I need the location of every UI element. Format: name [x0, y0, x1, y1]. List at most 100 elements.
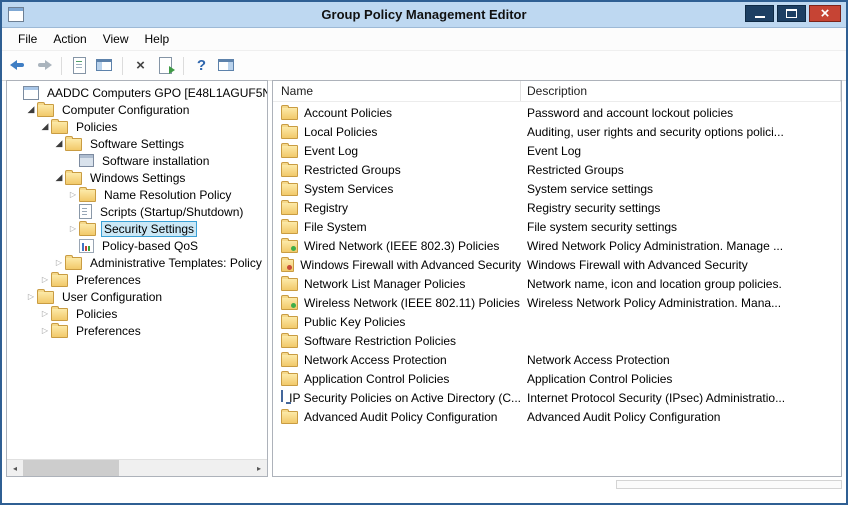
- item-name-cell: Public Key Policies: [273, 314, 521, 329]
- expander-collapsed-icon[interactable]: ▷: [67, 190, 79, 199]
- details-pane: Name Description Account PoliciesPasswor…: [272, 80, 842, 477]
- list-item-account-policies[interactable]: Account PoliciesPassword and account loc…: [273, 103, 841, 122]
- tree-item-policies[interactable]: ◢ Policies: [7, 118, 267, 135]
- column-header-name[interactable]: Name: [273, 81, 521, 101]
- list-item-registry[interactable]: RegistryRegistry security settings: [273, 198, 841, 217]
- ipsec-icon: [281, 390, 283, 402]
- tree-horizontal-scrollbar[interactable]: ◂ ▸: [7, 459, 267, 476]
- list-item-application-control-policies[interactable]: Application Control PoliciesApplication …: [273, 369, 841, 388]
- menu-item-action[interactable]: Action: [45, 29, 94, 49]
- tree-item-administrative-templates-policy[interactable]: ▷Administrative Templates: Policy: [7, 254, 267, 271]
- expander-collapsed-icon[interactable]: ▷: [67, 224, 79, 233]
- tree-item-software-installation[interactable]: Software installation: [7, 152, 267, 169]
- list-item-windows-firewall-with-advanced-security[interactable]: Windows Firewall with Advanced SecurityW…: [273, 255, 841, 274]
- list-item-public-key-policies[interactable]: Public Key Policies: [273, 312, 841, 331]
- tree-item-label: Policies: [73, 119, 120, 135]
- list-item-wired-network-ieee-802-3-policies[interactable]: Wired Network (IEEE 802.3) PoliciesWired…: [273, 236, 841, 255]
- refresh-button[interactable]: [69, 55, 90, 76]
- tree-item-scripts-startup-shutdown[interactable]: Scripts (Startup/Shutdown): [7, 203, 267, 220]
- list-item-ip-security-policies-on-active-directory-c[interactable]: IP Security Policies on Active Directory…: [273, 388, 841, 407]
- console-tree-pane: AADDC Computers GPO [E48L1AGUF5NDC◢Compu…: [6, 80, 268, 477]
- list-item-network-access-protection[interactable]: Network Access ProtectionNetwork Access …: [273, 350, 841, 369]
- tree-item-label: Windows Settings: [87, 170, 188, 186]
- item-description: Auditing, user rights and security optio…: [521, 125, 841, 139]
- window-controls: [745, 5, 841, 22]
- item-name-cell: Windows Firewall with Advanced Security: [273, 257, 521, 272]
- item-description: File system security settings: [521, 220, 841, 234]
- item-name: Network List Manager Policies: [304, 277, 465, 291]
- tree-item-security-settings[interactable]: ▷ Security Settings: [7, 220, 267, 237]
- export-list-button[interactable]: [155, 55, 176, 76]
- list-item-event-log[interactable]: Event LogEvent Log: [273, 141, 841, 160]
- tree-item-user-configuration[interactable]: ▷User Configuration: [7, 288, 267, 305]
- list-item-file-system[interactable]: File SystemFile system security settings: [273, 217, 841, 236]
- item-description: Windows Firewall with Advanced Security: [521, 258, 841, 272]
- folder-icon: [79, 223, 96, 236]
- list-body: Account PoliciesPassword and account loc…: [273, 102, 841, 476]
- maximize-button[interactable]: [777, 5, 806, 22]
- show-console-tree-button[interactable]: [94, 55, 115, 76]
- tree-item-name-resolution-policy[interactable]: ▷Name Resolution Policy: [7, 186, 267, 203]
- scroll-left-button[interactable]: ◂: [7, 460, 23, 476]
- folder-icon: [51, 274, 68, 287]
- expander-collapsed-icon[interactable]: ▷: [25, 292, 37, 301]
- help-button[interactable]: ?: [191, 55, 212, 76]
- tree-item-computer-configuration[interactable]: ◢Computer Configuration: [7, 101, 267, 118]
- details-bottom-scrollbar[interactable]: [616, 480, 842, 489]
- list-item-restricted-groups[interactable]: Restricted GroupsRestricted Groups: [273, 160, 841, 179]
- expander-expanded-icon[interactable]: ◢: [53, 138, 65, 149]
- item-description: Password and account lockout policies: [521, 106, 841, 120]
- tree-item-preferences[interactable]: ▷Preferences: [7, 271, 267, 288]
- folder-icon: [65, 257, 82, 270]
- expander-expanded-icon[interactable]: ◢: [25, 104, 37, 115]
- tree-item-windows-settings[interactable]: ◢ Windows Settings: [7, 169, 267, 186]
- expander-collapsed-icon[interactable]: ▷: [39, 275, 51, 284]
- close-button[interactable]: [809, 5, 841, 22]
- scrollbar-track[interactable]: [23, 460, 251, 476]
- menu-item-view[interactable]: View: [95, 29, 137, 49]
- delete-button[interactable]: ×: [130, 55, 151, 76]
- folder-icon: [51, 325, 68, 338]
- list-item-advanced-audit-policy-configuration[interactable]: Advanced Audit Policy ConfigurationAdvan…: [273, 407, 841, 426]
- list-item-software-restriction-policies[interactable]: Software Restriction Policies: [273, 331, 841, 350]
- tree-item-software-settings[interactable]: ◢Software Settings: [7, 135, 267, 152]
- item-name-cell: Application Control Policies: [273, 371, 521, 386]
- list-item-system-services[interactable]: System ServicesSystem service settings: [273, 179, 841, 198]
- item-name: Windows Firewall with Advanced Security: [300, 258, 521, 272]
- folder-icon: [37, 291, 54, 304]
- tree-item-policies[interactable]: ▷Policies: [7, 305, 267, 322]
- menu-item-help[interactable]: Help: [137, 29, 178, 49]
- item-name-cell: Network Access Protection: [273, 352, 521, 367]
- item-name-cell: Software Restriction Policies: [273, 333, 521, 348]
- tree-item-preferences[interactable]: ▷Preferences: [7, 322, 267, 339]
- item-name-cell: Local Policies: [273, 124, 521, 139]
- package-icon: [79, 154, 94, 167]
- toolbar-separator: [122, 57, 123, 75]
- scroll-right-button[interactable]: ▸: [251, 460, 267, 476]
- tree-item-label: Policy-based QoS: [99, 238, 201, 254]
- expander-collapsed-icon[interactable]: ▷: [39, 309, 51, 318]
- tree-item-aaddc-computers-gpo-e48l1aguf5ndc[interactable]: AADDC Computers GPO [E48L1AGUF5NDC: [7, 84, 267, 101]
- item-name: Restricted Groups: [304, 163, 401, 177]
- minimize-button[interactable]: [745, 5, 774, 22]
- list-item-local-policies[interactable]: Local PoliciesAuditing, user rights and …: [273, 122, 841, 141]
- folder-net-icon: [281, 297, 298, 310]
- item-name: Event Log: [304, 144, 358, 158]
- tree-item-policy-based-qos[interactable]: Policy-based QoS: [7, 237, 267, 254]
- expander-collapsed-icon[interactable]: ▷: [53, 258, 65, 267]
- expander-collapsed-icon[interactable]: ▷: [39, 326, 51, 335]
- expander-expanded-icon[interactable]: ◢: [53, 172, 65, 183]
- folder-fw-icon: [281, 259, 294, 272]
- list-item-network-list-manager-policies[interactable]: Network List Manager PoliciesNetwork nam…: [273, 274, 841, 293]
- show-action-pane-button[interactable]: [216, 55, 237, 76]
- forward-button[interactable]: [33, 55, 54, 76]
- scrollbar-thumb[interactable]: [23, 460, 119, 476]
- folder-net-icon: [281, 240, 298, 253]
- folder-icon: [281, 373, 298, 386]
- menu-item-file[interactable]: File: [10, 29, 45, 49]
- back-button[interactable]: [8, 55, 29, 76]
- list-item-wireless-network-ieee-802-11-policies[interactable]: Wireless Network (IEEE 802.11) PoliciesW…: [273, 293, 841, 312]
- tree-item-label: Security Settings: [101, 221, 197, 237]
- column-header-description[interactable]: Description: [521, 81, 841, 101]
- expander-expanded-icon[interactable]: ◢: [39, 121, 51, 132]
